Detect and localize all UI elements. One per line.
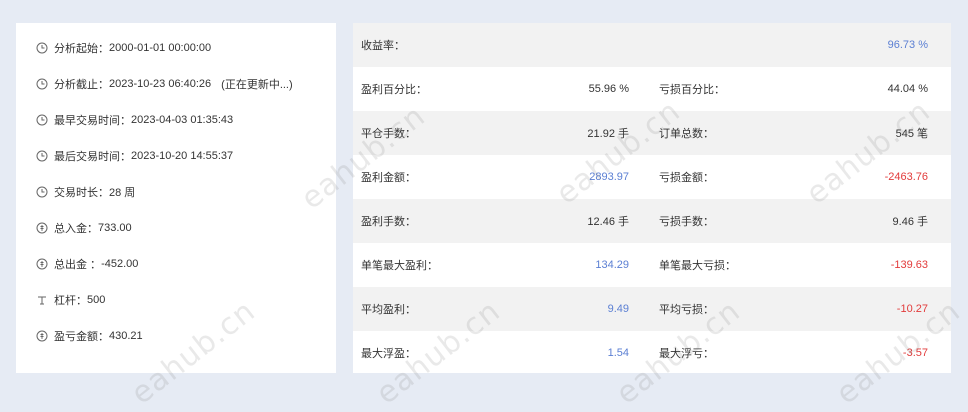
- yield-value: 96.73 %: [887, 39, 928, 51]
- stat-value: -10.27: [896, 303, 928, 315]
- stat-label: 最大浮盈：: [361, 348, 416, 360]
- stat-label: 亏损手数：: [659, 216, 714, 228]
- stat-value: 12.46 手: [587, 216, 629, 228]
- clock-icon: [36, 42, 48, 54]
- stats-row: 盈利手数： 12.46 手 亏损手数： 9.46 手: [353, 199, 951, 243]
- stat-value: 44.04 %: [887, 83, 928, 95]
- coin-icon: [36, 258, 48, 270]
- stat-label: 平均盈利：: [361, 304, 416, 316]
- info-row-analysis-end: 分析截止： 2023-10-23 06:40:26 (正在更新中...): [36, 76, 293, 92]
- update-status-note: (正在更新中...): [221, 79, 293, 91]
- clock-icon: [36, 78, 48, 90]
- stat-label: 单笔最大盈利：: [361, 260, 438, 272]
- stats-row: 平仓手数： 21.92 手 订单总数： 545 笔: [353, 111, 951, 155]
- lever-icon: [36, 294, 48, 306]
- info-value: 28 周: [109, 187, 136, 199]
- info-label: 最后交易时间：: [54, 151, 131, 163]
- info-label: 总入金：: [54, 223, 98, 235]
- stat-label: 盈利金额：: [361, 172, 416, 184]
- info-row-analysis-start: 分析起始： 2000-01-01 00:00:00: [36, 40, 211, 56]
- stat-label: 盈利手数：: [361, 216, 416, 228]
- stat-label: 订单总数：: [659, 128, 714, 140]
- stat-label: 平仓手数：: [361, 128, 416, 140]
- info-value: 2023-10-20 14:55:37: [131, 150, 234, 162]
- info-value: 2000-01-01 00:00:00: [109, 42, 212, 54]
- stat-label: 亏损百分比：: [659, 84, 725, 96]
- stats-row: 盈利金额： 2893.97 亏损金额： -2463.76: [353, 155, 951, 199]
- info-label: 分析截止：: [54, 79, 109, 91]
- stats-row-yield: 收益率： 96.73 %: [353, 23, 951, 67]
- info-label: 杠杆：: [54, 295, 87, 307]
- clock-icon: [36, 150, 48, 162]
- stat-value: 9.49: [607, 303, 629, 315]
- stat-value: 545 笔: [895, 128, 928, 140]
- clock-icon: [36, 114, 48, 126]
- info-row-total-deposit: 总入金： 733.00: [36, 220, 132, 236]
- info-value: 733.00: [98, 222, 132, 234]
- info-label: 总出金 ：: [54, 259, 102, 271]
- info-value: 2023-10-23 06:40:26: [109, 78, 212, 90]
- info-row-profit-loss: 盈亏金额： 430.21: [36, 328, 143, 344]
- stat-value: 55.96 %: [588, 83, 629, 95]
- coin-icon: [36, 222, 48, 234]
- info-label: 分析起始：: [54, 43, 109, 55]
- info-row-leverage: 杠杆： 500: [36, 292, 105, 308]
- info-label: 交易时长：: [54, 187, 109, 199]
- info-label: 盈亏金额：: [54, 331, 109, 343]
- stats-row: 最大浮盈： 1.54 最大浮亏： -3.57: [353, 331, 951, 373]
- stat-value: -2463.76: [884, 171, 928, 183]
- info-value: 2023-04-03 01:35:43: [131, 114, 234, 126]
- info-row-first-trade: 最早交易时间： 2023-04-03 01:35:43: [36, 112, 233, 128]
- stat-value: 21.92 手: [587, 128, 629, 140]
- info-value: 500: [87, 294, 106, 306]
- stat-label: 亏损金额：: [659, 172, 714, 184]
- info-value: 430.21: [109, 330, 143, 342]
- coin-icon: [36, 330, 48, 342]
- stat-value: -3.57: [902, 347, 928, 359]
- stat-label: 盈利百分比：: [361, 84, 427, 96]
- stat-value: 134.29: [595, 259, 629, 271]
- stats-row: 平均盈利： 9.49 平均亏损： -10.27: [353, 287, 951, 331]
- stat-value: 9.46 手: [892, 216, 928, 228]
- info-label: 最早交易时间：: [54, 115, 131, 127]
- account-info-panel: 分析起始： 2000-01-01 00:00:00 分析截止： 2023-10-…: [16, 23, 336, 373]
- stat-value: 2893.97: [589, 171, 629, 183]
- info-row-trade-duration: 交易时长： 28 周: [36, 184, 135, 200]
- clock-icon: [36, 186, 48, 198]
- stat-label: 平均亏损：: [659, 304, 714, 316]
- info-value: -452.00: [101, 258, 139, 270]
- stat-label: 单笔最大亏损：: [659, 260, 736, 272]
- stat-value: 1.54: [607, 347, 629, 359]
- stats-row: 单笔最大盈利： 134.29 单笔最大亏损： -139.63: [353, 243, 951, 287]
- yield-label: 收益率：: [361, 40, 405, 52]
- stats-row: 盈利百分比： 55.96 % 亏损百分比： 44.04 %: [353, 67, 951, 111]
- stat-value: -139.63: [890, 259, 928, 271]
- trade-stats-panel: 收益率： 96.73 % 盈利百分比： 55.96 % 亏损百分比： 44.04…: [353, 23, 951, 373]
- stat-label: 最大浮亏：: [659, 348, 714, 360]
- info-row-total-withdrawal: 总出金 ： -452.00: [36, 256, 138, 272]
- info-row-last-trade: 最后交易时间： 2023-10-20 14:55:37: [36, 148, 233, 164]
